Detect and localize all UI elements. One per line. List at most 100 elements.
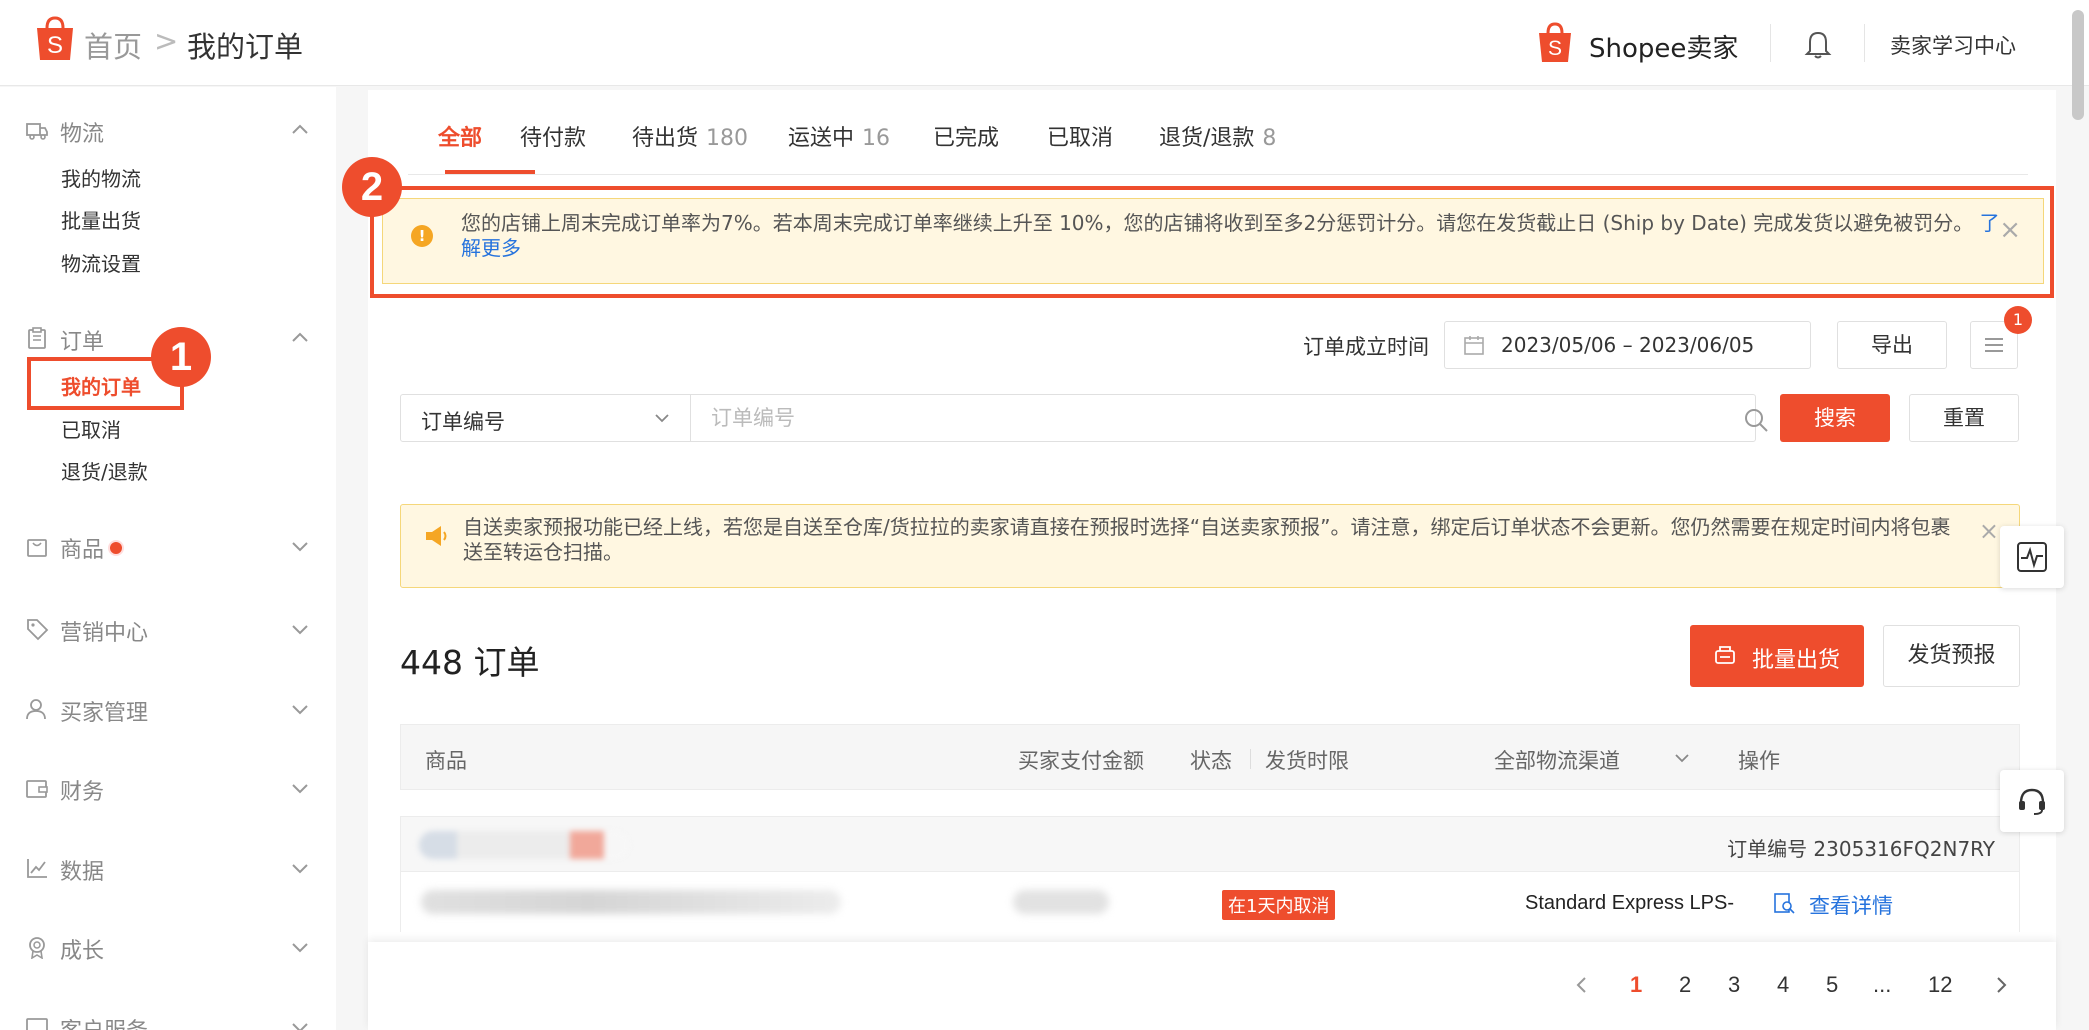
tab-all[interactable]: 全部 — [438, 120, 482, 152]
product-info-blurred — [421, 890, 841, 914]
sidebar-section-label: 营销中心 — [60, 621, 149, 646]
chevron-up-icon[interactable] — [290, 120, 310, 140]
tag-icon — [27, 619, 49, 641]
shipping-channel: Standard Express LPS- — [1525, 892, 1734, 914]
chevron-down-icon[interactable] — [1673, 749, 1691, 767]
tabs-divider — [408, 174, 2028, 175]
printer-icon — [1715, 646, 1735, 664]
chevron-down-icon[interactable] — [290, 858, 310, 878]
sidebar-section-label: 商品 — [60, 538, 105, 563]
page-ellipsis[interactable]: ... — [1873, 972, 1891, 998]
status-badge: 在1天内取消 — [1222, 890, 1336, 920]
new-dot-badge — [110, 542, 122, 554]
tab-unpaid[interactable]: 待付款 — [520, 120, 586, 152]
view-detail-label: 查看详情 — [1809, 894, 1893, 918]
notice-text: 自送卖家预报功能已经上线，若您是自送至仓库/货拉拉的卖家请直接在预报时选择“自送… — [463, 515, 1951, 564]
tab-cancelled[interactable]: 已取消 — [1047, 120, 1113, 152]
sidebar-section-label: 财务 — [60, 780, 105, 805]
buyer-info-blurred — [419, 831, 629, 859]
page-link-12[interactable]: 12 — [1928, 972, 1952, 998]
sidebar-section-support[interactable]: 客户服务 — [0, 1007, 336, 1030]
header-divider — [1864, 24, 1865, 62]
chevron-up-icon[interactable] — [290, 328, 310, 348]
chevron-down-icon[interactable] — [290, 619, 310, 639]
medal-icon — [29, 937, 45, 959]
shopee-brand-icon: S — [1539, 22, 1571, 62]
breadcrumb-home[interactable]: 首页 — [84, 24, 142, 66]
date-range-picker[interactable]: 2023/05/06 – 2023/06/05 — [1444, 321, 1811, 369]
sidebar-section-marketing[interactable]: 营销中心 — [0, 609, 336, 649]
page-title: 我的订单 — [187, 30, 304, 64]
sidebar-section-products[interactable]: 商品 — [0, 526, 336, 566]
reset-button[interactable]: 重置 — [1909, 394, 2019, 442]
search-field-value: 订单编号 — [421, 410, 505, 434]
search-icon[interactable] — [1743, 407, 1769, 433]
clipboard-icon — [28, 327, 46, 349]
tab-returns[interactable]: 退货/退款 8 — [1159, 120, 1276, 152]
chevron-down-icon[interactable] — [290, 778, 310, 798]
date-range-value: 2023/05/06 – 2023/06/05 — [1501, 333, 1755, 357]
sidebar-section-label: 数据 — [60, 860, 105, 885]
amount-blurred — [1013, 890, 1109, 914]
sidebar-item-returns[interactable]: 退货/退款 — [61, 456, 148, 485]
customer-service-widget[interactable] — [2000, 770, 2064, 832]
sidebar-item-logistics-settings[interactable]: 物流设置 — [61, 248, 141, 277]
chevron-down-icon[interactable] — [290, 536, 310, 556]
export-button[interactable]: 导出 — [1837, 321, 1947, 369]
truck-icon — [26, 123, 48, 140]
sidebar-item-cancelled[interactable]: 已取消 — [61, 414, 121, 443]
chevron-right-icon[interactable] — [1991, 975, 2011, 995]
bag-icon — [27, 539, 47, 557]
svg-text:S: S — [1548, 37, 1562, 60]
tab-to-ship[interactable]: 待出货 180 — [632, 120, 748, 152]
sidebar-section-data[interactable]: 数据 — [0, 848, 336, 888]
chevron-down-icon[interactable] — [290, 699, 310, 719]
page-link-2[interactable]: 2 — [1679, 972, 1691, 998]
column-product: 商品 — [425, 749, 467, 773]
search-button[interactable]: 搜索 — [1780, 394, 1890, 442]
page-link-5[interactable]: 5 — [1826, 972, 1838, 998]
scrollbar-thumb[interactable] — [2072, 10, 2084, 120]
bulk-ship-button[interactable]: 批量出货 — [1690, 625, 1864, 687]
tab-completed[interactable]: 已完成 — [933, 120, 999, 152]
bulk-ship-label: 批量出货 — [1752, 648, 1841, 673]
shopee-logo-icon[interactable]: S — [34, 16, 76, 62]
search-field-select[interactable]: 订单编号 — [401, 395, 691, 441]
svg-text:S: S — [47, 32, 63, 59]
sidebar-section-growth[interactable]: 成长 — [0, 927, 336, 967]
chevron-down-icon[interactable] — [290, 1017, 310, 1030]
search-input[interactable] — [693, 395, 1713, 441]
pre-ship-button[interactable]: 发货预报 — [1883, 625, 2020, 687]
column-deadline: 发货时限 — [1265, 749, 1349, 773]
close-icon[interactable]: × — [1979, 517, 1999, 545]
chevron-down-icon — [655, 414, 669, 423]
page-link-3[interactable]: 3 — [1728, 972, 1740, 998]
page-link-1[interactable]: 1 — [1630, 972, 1642, 998]
chat-icon — [26, 1018, 48, 1030]
user-icon — [26, 699, 46, 720]
column-amount: 买家支付金额 — [1018, 749, 1144, 773]
column-channel-filter[interactable]: 全部物流渠道 — [1494, 745, 1620, 775]
learning-center-link[interactable]: 卖家学习中心 — [1890, 30, 2016, 60]
sidebar-item-bulk-ship[interactable]: 批量出货 — [61, 205, 141, 234]
chevron-left-icon[interactable] — [1572, 975, 1592, 995]
sidebar-item-my-logistics[interactable]: 我的物流 — [61, 163, 141, 192]
sidebar-section-buyers[interactable]: 买家管理 — [0, 689, 336, 729]
performance-widget[interactable] — [2000, 526, 2064, 588]
self-delivery-notice: 自送卖家预报功能已经上线，若您是自送至仓库/货拉拉的卖家请直接在预报时选择“自送… — [400, 504, 2020, 588]
annotation-highlight-box — [370, 186, 2054, 298]
headset-icon — [2019, 788, 2045, 815]
page-link-4[interactable]: 4 — [1777, 972, 1789, 998]
search-bar: 订单编号 — [400, 394, 1768, 442]
sidebar-section-logistics[interactable]: 物流 — [0, 110, 336, 150]
wallet-icon — [26, 780, 48, 798]
table-row: 在1天内取消 Standard Express LPS- 查看详情 — [400, 872, 2020, 932]
brand-name[interactable]: Shopee卖家 — [1589, 28, 1738, 65]
bell-icon[interactable] — [1803, 28, 1833, 60]
tab-shipping[interactable]: 运送中 16 — [788, 120, 890, 152]
column-status: 状态 — [1190, 749, 1232, 773]
chevron-down-icon[interactable] — [290, 937, 310, 957]
sidebar-section-finance[interactable]: 财务 — [0, 768, 336, 808]
column-action: 操作 — [1738, 749, 1780, 773]
header-divider — [1770, 24, 1771, 62]
